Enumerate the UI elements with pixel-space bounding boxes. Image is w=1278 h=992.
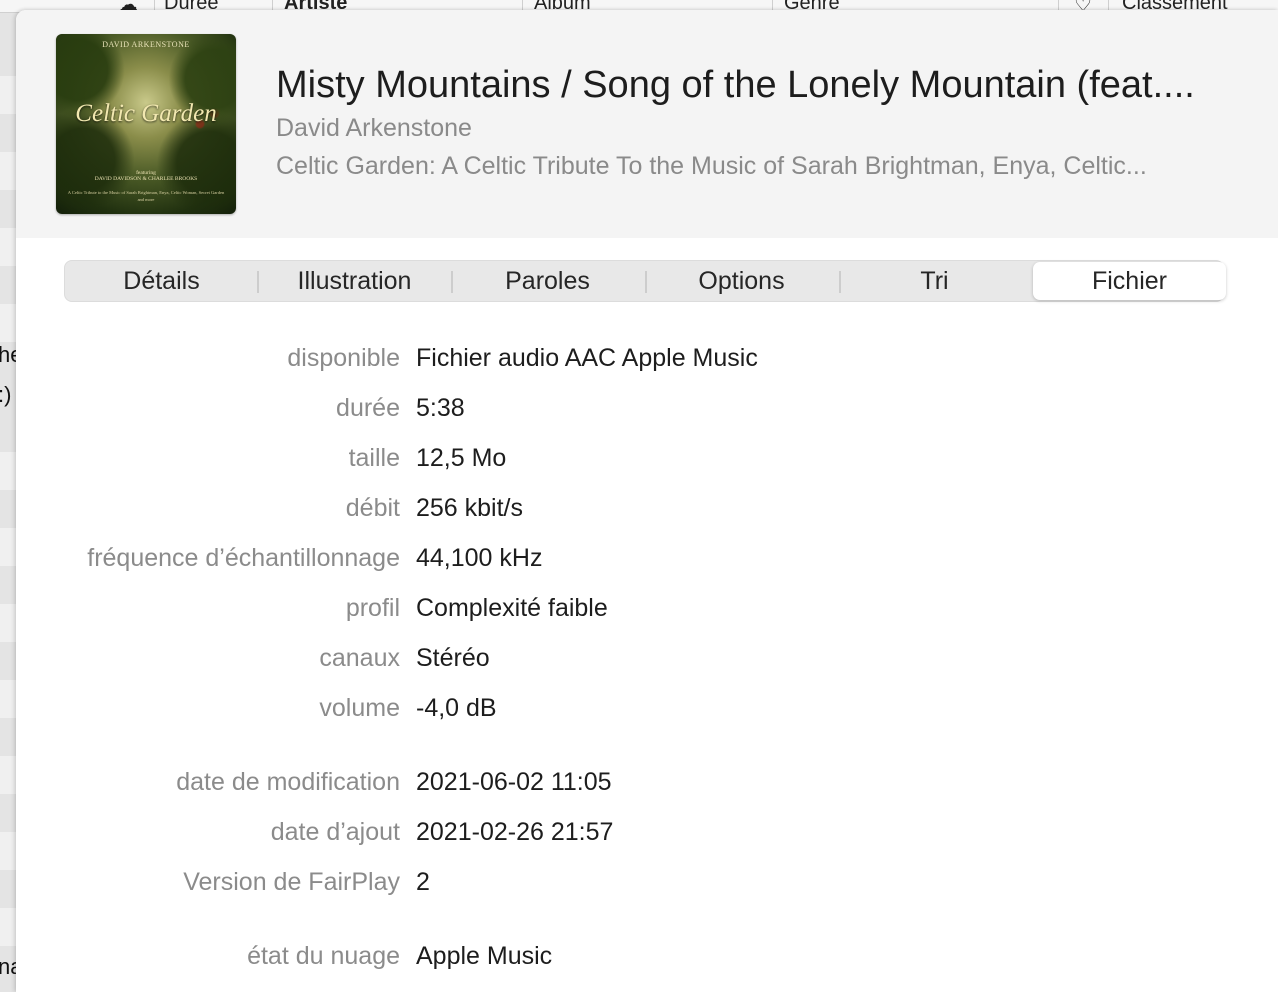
info-row-volume: volume -4,0 dB (16, 694, 1278, 734)
album-artwork: DAVID ARKENSTONE Celtic Garden featuring… (56, 34, 236, 214)
info-row-date-modification: date de modification 2021-06-02 11:05 (16, 768, 1278, 808)
list-text-fragment: he (0, 342, 16, 367)
list-row-stripe (0, 604, 16, 642)
info-label: Version de FairPlay (183, 868, 400, 896)
info-value: Complexité faible (416, 594, 608, 622)
dialog-header: DAVID ARKENSTONE Celtic Garden featuring… (16, 10, 1278, 238)
artwork-performers-text: DAVID DAVIDSON & CHARLEE BROOKS (94, 176, 198, 182)
info-label: fréquence d’échantillonnage (87, 544, 400, 572)
info-row-canaux: canaux Stéréo (16, 644, 1278, 684)
info-label: date d’ajout (270, 818, 400, 846)
track-artist: David Arkenstone (276, 114, 472, 142)
list-row-stripe (0, 304, 16, 342)
info-row-disponible: disponible Fichier audio AAC Apple Music (16, 344, 1278, 384)
list-row-stripe (0, 832, 16, 870)
track-title: Misty Mountains / Song of the Lonely Mou… (276, 64, 1195, 106)
info-label: débit (345, 494, 400, 522)
list-row-stripe (0, 228, 16, 266)
info-value: 5:38 (416, 394, 465, 422)
background-track-list: he :) na (0, 12, 16, 992)
info-row-duree: durée 5:38 (16, 394, 1278, 434)
info-label: profil (345, 594, 400, 622)
info-value: Fichier audio AAC Apple Music (416, 344, 758, 372)
info-value: Apple Music (416, 942, 553, 970)
tab-fichier[interactable]: Fichier (1033, 262, 1226, 300)
info-row-frequence: fréquence d’échantillonnage 44,100 kHz (16, 544, 1278, 584)
info-value: Stéréo (416, 644, 490, 672)
list-row-stripe (0, 528, 16, 566)
info-row-etat-nuage: état du nuage Apple Music (16, 942, 1278, 982)
info-row-date-ajout: date d’ajout 2021-02-26 21:57 (16, 818, 1278, 858)
info-label: durée (336, 394, 400, 422)
info-value: 44,100 kHz (416, 544, 543, 572)
info-row-taille: taille 12,5 Mo (16, 444, 1278, 484)
tab-paroles[interactable]: Paroles (451, 261, 644, 301)
list-text-fragment: :) (0, 382, 12, 407)
list-row-stripe (0, 680, 16, 718)
list-row-stripe (0, 452, 16, 490)
info-label: taille (348, 444, 400, 472)
tab-bar: Détails Illustration Paroles Options Tri… (64, 260, 1226, 302)
info-row-fairplay: Version de FairPlay 2 (16, 868, 1278, 908)
artwork-title-text: Celtic Garden (75, 100, 217, 127)
list-row-stripe (0, 76, 16, 114)
info-row-debit: débit 256 kbit/s (16, 494, 1278, 534)
list-row-stripe (0, 908, 16, 946)
track-album: Celtic Garden: A Celtic Tribute To the M… (276, 152, 1147, 180)
info-value: 12,5 Mo (416, 444, 507, 472)
info-row-profil: profil Complexité faible (16, 594, 1278, 634)
info-label: volume (319, 694, 400, 722)
info-label: état du nuage (247, 942, 400, 970)
artwork-subtitle-text: A Celtic Tribute to the Music of Sarah B… (67, 190, 225, 202)
info-value: 2 (416, 868, 430, 896)
info-value: -4,0 dB (416, 694, 497, 722)
artwork-artist-text: DAVID ARKENSTONE (102, 40, 190, 49)
info-label: date de modification (176, 768, 400, 796)
artwork-credit-text: featuring DAVID DAVIDSON & CHARLEE BROOK… (56, 170, 236, 182)
tab-details[interactable]: Détails (65, 261, 258, 301)
song-info-dialog: DAVID ARKENSTONE Celtic Garden featuring… (16, 10, 1278, 992)
info-value: 2021-02-26 21:57 (416, 818, 614, 846)
tab-tri[interactable]: Tri (838, 261, 1031, 301)
list-row-stripe (0, 152, 16, 190)
info-label: disponible (287, 344, 400, 372)
list-row-stripe (0, 756, 16, 794)
info-value: 256 kbit/s (416, 494, 524, 522)
list-text-fragment: na (0, 954, 16, 979)
tab-illustration[interactable]: Illustration (258, 261, 451, 301)
info-label: canaux (319, 644, 400, 672)
info-value: 2021-06-02 11:05 (416, 768, 612, 796)
tab-options[interactable]: Options (645, 261, 838, 301)
